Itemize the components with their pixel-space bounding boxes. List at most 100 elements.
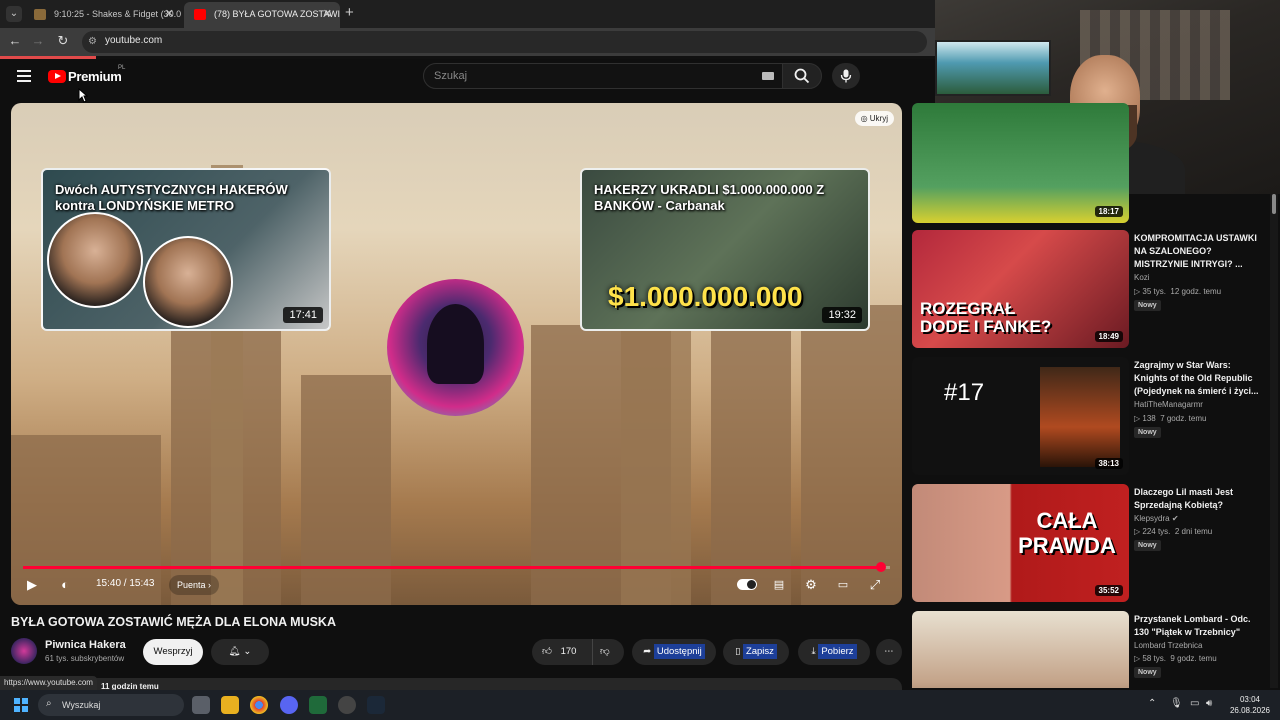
upload-age: 9 godz. temu (1170, 654, 1217, 663)
video-player[interactable]: ◎ Ukryj Dwóch AUTYSTYCZNYCH HAKERÓW kont… (11, 103, 902, 605)
logo-text: Premium (68, 69, 122, 84)
recommended-video[interactable]: 18:17 (912, 103, 1272, 223)
browser-tab-shakes[interactable]: 9:10:25 - Shakes & Fidget (30.0… ✕ (24, 2, 182, 28)
windows-taskbar: ⌕ Wyszukaj ⌃ 🎙︎ ▭ 🔊︎ 03:04 26.08.2026 (0, 690, 1280, 720)
view-count: 58 tys. (1142, 654, 1166, 663)
channel-name[interactable]: Klepsydra ✔ (1134, 514, 1179, 523)
download-button[interactable]: ⤓ Pobierz (798, 639, 870, 665)
speaker-icon[interactable]: 🔊︎ (1206, 698, 1212, 709)
tab-search-button[interactable]: ⌄ (6, 6, 22, 22)
thumbs-down-icon[interactable]: 👎︎ (600, 639, 610, 665)
volume-icon[interactable]: ◐ (55, 575, 75, 595)
video-duration: 18:17 (1094, 206, 1123, 217)
endscreen-video-card[interactable]: Dwóch AUTYSTYCZNYCH HAKERÓW kontra LONDY… (41, 168, 331, 331)
endscreen-video-card[interactable]: HAKERZY UKRADLI $1.000.000.000 Z BANKÓW … (580, 168, 870, 331)
recommended-video[interactable]: ROZEGRAŁ DODE I FANKE? 18:49 KOMPROMITAC… (912, 230, 1272, 348)
discord-icon[interactable] (280, 696, 298, 714)
channel-name[interactable]: Lombard Trzebnica (1134, 641, 1202, 650)
like-count[interactable]: 170 (561, 646, 577, 657)
thumbs-up-icon[interactable]: 👍︎ (542, 646, 552, 657)
search-input[interactable] (424, 64, 724, 88)
video-thumbnail[interactable]: ROZEGRAŁ DODE I FANKE? 18:49 (912, 230, 1129, 348)
voice-search-button[interactable] (832, 63, 860, 89)
clock-time: 03:04 (1239, 695, 1261, 704)
video-duration: 18:49 (1094, 331, 1123, 342)
time-display: 15:40 / 15:43 (96, 578, 155, 589)
windows-start-icon[interactable] (14, 698, 28, 712)
back-arrow-icon[interactable]: ← (6, 33, 24, 48)
search-box[interactable] (423, 63, 783, 89)
scrubber-handle[interactable] (876, 562, 886, 572)
search-button[interactable] (782, 63, 822, 89)
video-title[interactable]: Zagrajmy w Star Wars: Knights of the Old… (1134, 359, 1262, 398)
channel-name[interactable]: HatiTheManagarmr (1134, 400, 1203, 409)
file-explorer-icon[interactable] (221, 696, 239, 714)
play-icon[interactable]: ▶ (22, 575, 42, 595)
browser-tab-youtube[interactable]: (78) BYŁA GOTOWA ZOSTAWIĆ… ✕ (184, 2, 340, 28)
task-view-icon[interactable] (192, 696, 210, 714)
subtitles-icon[interactable]: ▤ (769, 575, 789, 595)
hamburger-menu-icon[interactable] (17, 70, 31, 82)
description-box[interactable]: 11 godzin temu (11, 678, 902, 691)
new-tab-button[interactable]: + (345, 4, 354, 21)
video-title[interactable]: Dlaczego Lil masti Jest Sprzedajną Kobie… (1134, 486, 1262, 512)
hide-endscreen-button[interactable]: ◎ Ukryj (854, 111, 894, 126)
forward-arrow-icon[interactable]: → (29, 33, 47, 48)
excel-icon[interactable] (309, 696, 327, 714)
save-button[interactable]: ▯ Zapisz (723, 639, 789, 665)
steam-icon[interactable] (367, 696, 385, 714)
search-icon (794, 68, 810, 84)
taskbar-search[interactable]: ⌕ Wyszukaj (38, 694, 184, 716)
mouse-pointer-icon (78, 88, 88, 103)
video-thumbnail[interactable] (912, 611, 1129, 688)
recommended-video[interactable]: #17 38:13 Zagrajmy w Star Wars: Knights … (912, 357, 1272, 475)
obs-icon[interactable] (338, 696, 356, 714)
channel-name[interactable]: Kozi (1134, 273, 1150, 282)
chevron-up-icon[interactable]: ⌃ (1148, 698, 1156, 709)
close-tab-icon[interactable]: ✕ (165, 2, 174, 26)
autoplay-toggle[interactable] (737, 579, 757, 590)
logo-country-code: PL (118, 65, 126, 71)
download-icon: ⤓ (811, 646, 816, 657)
more-actions-button[interactable]: ⋯ (876, 639, 902, 665)
network-icon[interactable]: ▭ (1190, 698, 1199, 709)
notifications-button[interactable]: 🔔︎ ⌄ (211, 639, 269, 665)
channel-name[interactable]: Piwnica Hakera (45, 639, 126, 651)
microphone-icon (840, 69, 852, 83)
address-bar[interactable]: ⚙ youtube.com (82, 31, 927, 53)
microphone-tray-icon[interactable]: 🎙︎ (1170, 698, 1183, 709)
video-title[interactable]: KOMPROMITACJA USTAWKI NA SZALONEGO? MIST… (1134, 232, 1262, 271)
search-icon: ⌕ (46, 698, 52, 709)
share-arrow-icon: ➦ (643, 646, 652, 657)
new-badge: Nowy (1134, 300, 1161, 311)
video-title[interactable]: Przystanek Lombard - Odc. 130 "Piątek w … (1134, 613, 1262, 639)
video-progress-bar[interactable] (23, 562, 890, 572)
fullscreen-icon[interactable]: ⤢ (865, 575, 885, 595)
thumbnail-text: #17 (944, 379, 985, 406)
system-clock[interactable]: 03:04 26.08.2026 (1226, 694, 1274, 716)
reload-icon[interactable]: ↻ (54, 33, 72, 49)
channel-avatar[interactable] (11, 638, 37, 664)
site-info-icon[interactable]: ⚙ (88, 36, 97, 47)
scrollbar-thumb[interactable] (1272, 194, 1276, 214)
support-button[interactable]: Wesprzyj (143, 639, 203, 665)
channel-subscribe-endcard[interactable] (387, 279, 524, 416)
next-chapter-button[interactable]: Puenta › (169, 575, 220, 595)
close-tab-icon[interactable]: ✕ (323, 2, 332, 26)
sidebar-scrollbar[interactable] (1270, 194, 1278, 688)
person-thumbnail-face (47, 212, 143, 308)
video-duration: 38:13 (1094, 458, 1123, 469)
theater-mode-icon[interactable]: ▭ (833, 575, 853, 595)
settings-gear-icon[interactable]: ⚙ (801, 575, 821, 595)
recommended-video[interactable]: Przystanek Lombard - Odc. 130 "Piątek w … (912, 611, 1272, 688)
video-thumbnail[interactable]: #17 38:13 (912, 357, 1129, 475)
eye-off-icon: ◎ (860, 114, 870, 123)
video-thumbnail[interactable]: CAŁA PRAWDA 35:52 (912, 484, 1129, 602)
share-button[interactable]: ➦ Udostępnij (632, 639, 716, 665)
tab-title: (78) BYŁA GOTOWA ZOSTAWIĆ… (214, 9, 340, 19)
new-badge: Nowy (1134, 667, 1161, 678)
keyboard-icon[interactable] (762, 72, 774, 80)
video-thumbnail[interactable]: 18:17 (912, 103, 1129, 223)
recommended-video[interactable]: CAŁA PRAWDA 35:52 Dlaczego Lil masti Jes… (912, 484, 1272, 602)
chrome-icon[interactable] (250, 696, 268, 714)
